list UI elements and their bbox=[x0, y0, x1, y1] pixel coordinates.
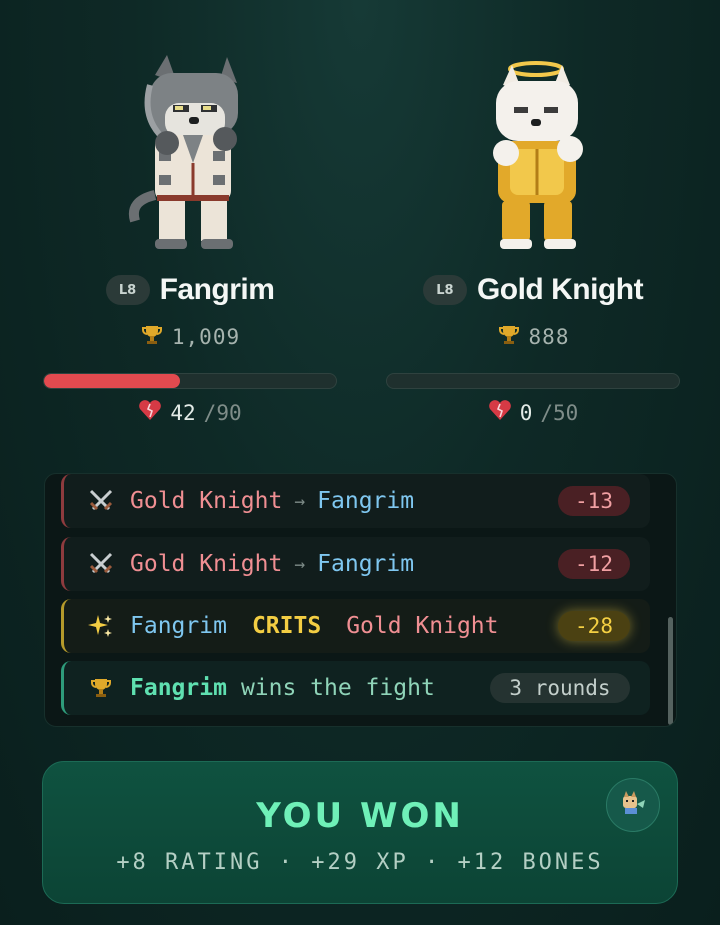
rounds-pill: 3 rounds bbox=[490, 673, 630, 703]
dog-share-icon bbox=[619, 790, 647, 820]
level-badge: L8 bbox=[422, 275, 467, 305]
log-attacker: Gold Knight bbox=[130, 551, 283, 577]
log-win-text: wins the fight bbox=[240, 675, 435, 701]
wolf-fighter-sprite bbox=[125, 55, 255, 255]
hp-max: /50 bbox=[540, 400, 579, 425]
hp-current: 42 bbox=[170, 400, 196, 425]
log-attacker: Fangrim bbox=[130, 613, 227, 639]
log-attacker: Gold Knight bbox=[130, 488, 283, 514]
sparkles-icon bbox=[86, 613, 116, 639]
damage-pill: -12 bbox=[558, 549, 630, 579]
crossed-swords-icon bbox=[86, 488, 116, 514]
heart-icon bbox=[488, 399, 512, 426]
fighter-card-player: L8 Fangrim 1,009 42 /90 bbox=[40, 55, 340, 426]
rating-value: 1,009 bbox=[171, 325, 241, 349]
log-target: Fangrim bbox=[317, 488, 415, 514]
log-entry: Gold Knight → Fangrim -12 bbox=[61, 537, 650, 591]
result-rewards: +8 RATING · +29 XP · +12 BONES bbox=[116, 850, 604, 875]
log-arrow: → bbox=[294, 490, 306, 512]
result-banner: YOU WON +8 RATING · +29 XP · +12 BONES bbox=[42, 761, 678, 904]
gold-knight-sprite bbox=[468, 55, 598, 255]
damage-pill: -13 bbox=[558, 486, 630, 516]
fighter-card-opponent: L8 Gold Knight 888 0 /50 bbox=[383, 55, 683, 426]
damage-pill: -28 bbox=[558, 611, 630, 641]
log-crit-verb: CRITS bbox=[251, 613, 322, 639]
log-entry: Gold Knight → Fangrim -13 bbox=[61, 474, 650, 528]
heart-icon bbox=[138, 399, 162, 426]
battle-log[interactable]: Gold Knight → Fangrim -13 Gold Knight → … bbox=[44, 473, 677, 727]
log-arrow: → bbox=[294, 553, 306, 575]
fighter-name: Gold Knight bbox=[476, 273, 644, 306]
trophy-icon bbox=[140, 323, 164, 351]
hp-bar-fill bbox=[44, 374, 181, 388]
hp-max: /90 bbox=[203, 400, 242, 425]
share-button[interactable] bbox=[606, 778, 660, 832]
trophy-icon bbox=[497, 323, 521, 351]
rating-value: 888 bbox=[528, 325, 570, 349]
result-title: YOU WON bbox=[256, 796, 464, 836]
fighter-name: Fangrim bbox=[159, 273, 275, 306]
hp-bar bbox=[43, 373, 337, 389]
hp-bar bbox=[386, 373, 680, 389]
log-entry: Fangrim CRITS Gold Knight -28 bbox=[61, 599, 650, 653]
hp-current: 0 bbox=[519, 400, 533, 425]
crossed-swords-icon bbox=[86, 551, 116, 577]
log-entry: Fangrim wins the fight 3 rounds bbox=[61, 661, 650, 715]
level-badge: L8 bbox=[105, 275, 150, 305]
log-winner: Fangrim bbox=[130, 675, 227, 701]
trophy-icon bbox=[86, 676, 116, 700]
log-target: Fangrim bbox=[317, 551, 415, 577]
log-scrollbar[interactable] bbox=[668, 617, 673, 725]
log-target: Gold Knight bbox=[346, 613, 499, 639]
